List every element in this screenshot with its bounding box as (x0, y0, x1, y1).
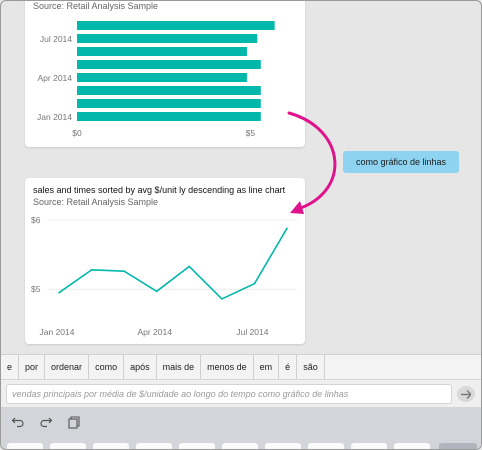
keyboard-key[interactable] (394, 443, 430, 449)
data-point (155, 290, 158, 293)
line-chart: $6 $5 Jan 2014 Apr 2014 Jul 2014 (31, 215, 297, 337)
data-point (58, 291, 60, 294)
keyboard-key-backspace[interactable] (439, 443, 477, 449)
redo-icon[interactable] (39, 415, 53, 429)
clipboard-icon[interactable] (67, 415, 81, 429)
bar-category-label: Jul 2014 (40, 34, 72, 44)
suggestion-bar: e por ordenar como após mais de menos de em é são (1, 354, 481, 379)
line-chart-card[interactable]: sales and times sorted by avg $/unit ly … (25, 178, 305, 344)
x-tick-label: Apr 2014 (137, 327, 172, 337)
keyboard-key[interactable] (136, 443, 172, 449)
bar (77, 34, 258, 43)
send-icon (461, 389, 471, 399)
bar (77, 47, 247, 56)
y-tick-label: $6 (31, 215, 41, 225)
x-tick-label: $5 (246, 128, 256, 138)
bar-chart-card[interactable]: Source: Retail Analysis Sample Jul 2014 A… (25, 1, 305, 147)
suggestion-item[interactable]: é (279, 355, 298, 379)
data-point (188, 265, 191, 268)
keyboard-key[interactable] (93, 443, 129, 449)
data-point (90, 269, 93, 271)
bar (77, 73, 247, 82)
x-tick-label: $0 (72, 128, 82, 138)
data-point (123, 270, 125, 273)
x-tick-label: Jan 2014 (40, 327, 75, 337)
bar (77, 112, 261, 121)
keyboard-key[interactable] (179, 443, 215, 449)
keyboard-key[interactable] (351, 443, 387, 449)
series-line (58, 227, 288, 300)
keyboard-key[interactable] (222, 443, 258, 449)
bar-category-label: Jan 2014 (37, 112, 72, 122)
undo-icon[interactable] (11, 415, 25, 429)
x-tick-label: Jul 2014 (236, 327, 268, 337)
bar (77, 21, 275, 30)
keyboard-key[interactable] (50, 443, 86, 449)
app-window: Source: Retail Analysis Sample Jul 2014 A… (0, 0, 482, 450)
bar-chart: Jul 2014 Apr 2014 Jan 2014$0 $5 (37, 21, 275, 138)
send-button[interactable] (457, 386, 475, 402)
bar (77, 99, 261, 108)
message-bubble-tail (453, 165, 460, 172)
bar (77, 60, 261, 69)
keyboard-key[interactable] (308, 443, 344, 449)
bar (77, 86, 261, 95)
data-point (253, 282, 256, 285)
keyboard-key[interactable] (7, 443, 43, 449)
suggestion-item[interactable]: mais de (157, 355, 202, 379)
suggestion-item[interactable]: ordenar (45, 355, 90, 379)
suggestion-item[interactable]: são (297, 355, 325, 379)
keyboard (1, 407, 481, 449)
message-bubble: como gráfico de linhas (343, 151, 459, 173)
suggestion-item[interactable]: em (254, 355, 280, 379)
bar-category-label: Apr 2014 (38, 73, 73, 83)
suggestion-item[interactable]: por (19, 355, 46, 379)
message-text: como gráfico de linhas (355, 157, 447, 167)
question-input[interactable]: vendas principais por média de $/unidade… (6, 384, 452, 404)
keyboard-key[interactable] (265, 443, 301, 449)
y-tick-label: $5 (31, 284, 41, 294)
suggestion-item[interactable]: após (124, 355, 157, 379)
suggestion-item[interactable]: menos de (201, 355, 254, 379)
suggestion-item[interactable]: como (89, 355, 125, 379)
suggestion-item[interactable]: e (1, 355, 20, 379)
data-point (286, 227, 288, 230)
data-point (221, 298, 223, 300)
input-row: vendas principais por média de $/unidade… (1, 379, 481, 407)
